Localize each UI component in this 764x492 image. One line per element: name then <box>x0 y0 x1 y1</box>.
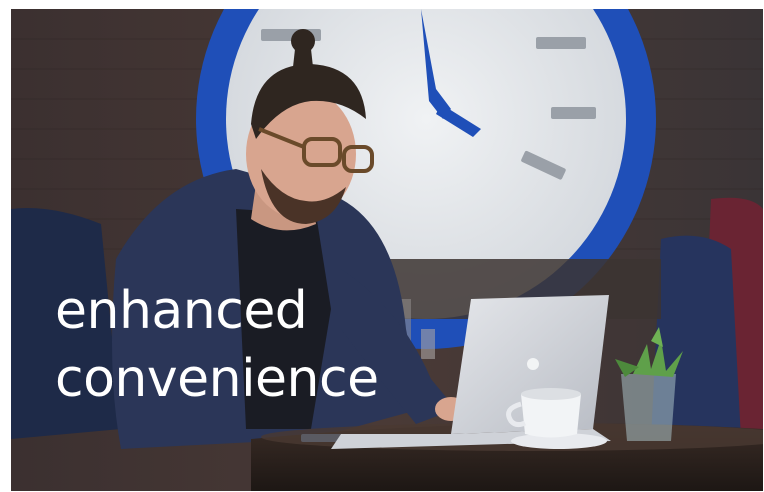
hero-banner: enhanced convenience <box>11 9 763 491</box>
headline-line-1: enhanced <box>55 281 308 341</box>
hero-headline: enhanced convenience <box>55 277 379 413</box>
headline-line-2: convenience <box>55 349 379 409</box>
hero-photo <box>11 9 763 491</box>
